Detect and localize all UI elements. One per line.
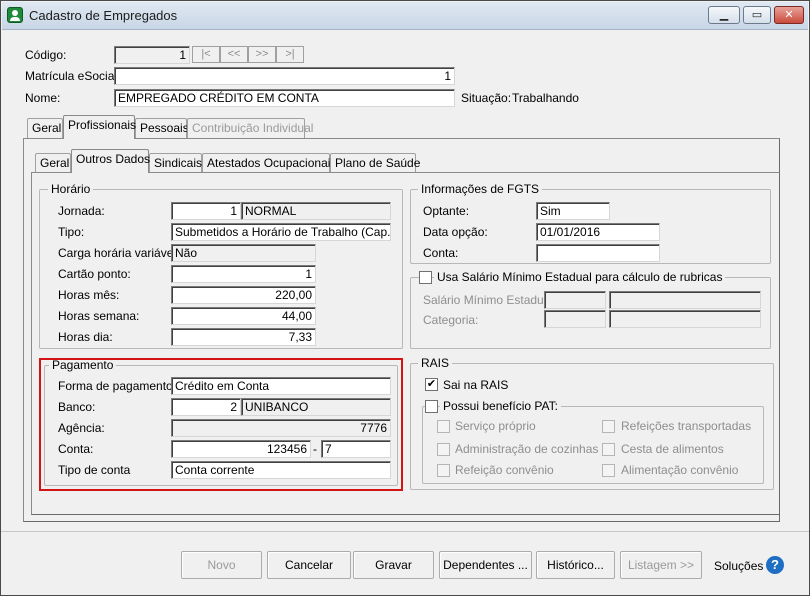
rais-title: RAIS <box>418 356 453 370</box>
conta-label: Conta: <box>58 442 94 456</box>
matricula-label: Matrícula eSocial: <box>25 69 121 83</box>
conta-number-field[interactable]: 123456 <box>171 440 311 458</box>
salario-estadual-label: Salário Mínimo Estadual: <box>423 293 557 307</box>
subtab-geral[interactable]: Geral <box>35 153 71 173</box>
data-opcao-field[interactable]: 01/01/2016 <box>536 223 660 241</box>
codigo-label: Código: <box>25 48 67 62</box>
carga-horaria-field[interactable]: Não <box>171 244 316 262</box>
novo-button[interactable]: Novo <box>181 551 262 579</box>
agencia-field[interactable]: 7776 <box>171 419 391 437</box>
forma-pagamento-field[interactable]: Crédito em Conta <box>171 377 391 395</box>
historico-button[interactable]: Histórico... <box>536 551 615 579</box>
alimentacao-convenio-checkbox[interactable] <box>602 464 615 477</box>
tipo-field[interactable]: Submetidos a Horário de Trabalho (Cap. I… <box>171 223 391 241</box>
fgts-conta-field[interactable] <box>536 244 660 262</box>
optante-label: Optante: <box>423 204 470 218</box>
sai-na-rais-checkbox[interactable]: ✔ <box>425 378 438 391</box>
categoria-code-field[interactable] <box>544 310 606 328</box>
next-record-button[interactable]: >> <box>248 46 276 63</box>
nome-label: Nome: <box>25 91 61 105</box>
nome-field[interactable]: EMPREGADO CRÉDITO EM CONTA <box>114 89 455 107</box>
subtab-plano-de-saude[interactable]: Plano de Saúde <box>330 153 420 173</box>
conta-separator: - <box>313 442 317 456</box>
window-title: Cadastro de Empregados <box>29 8 178 23</box>
jornada-description: NORMAL <box>241 202 391 220</box>
fgts-conta-label: Conta: <box>423 246 459 260</box>
horas-mes-label: Horas mês: <box>58 288 120 302</box>
codigo-field[interactable]: 1 <box>114 46 190 64</box>
possui-pat-checkbox[interactable] <box>425 400 438 413</box>
cesta-alimentos-checkbox[interactable] <box>602 443 615 456</box>
refeicao-convenio-checkbox[interactable] <box>437 464 450 477</box>
horas-dia-field[interactable]: 7,33 <box>171 328 316 346</box>
help-icon[interactable]: ? <box>766 556 784 574</box>
title-bar: Cadastro de Empregados ▁ ▭ ✕ <box>2 2 808 30</box>
alimentacao-convenio-label: Alimentação convênio <box>621 463 739 477</box>
refeicoes-transportadas-label: Refeições transportadas <box>621 419 752 433</box>
horas-semana-field[interactable]: 44,00 <box>171 307 316 325</box>
data-opcao-label: Data opção: <box>423 225 488 239</box>
carga-horaria-label: Carga horária variável: <box>58 246 180 260</box>
tab-geral[interactable]: Geral <box>27 118 63 138</box>
tab-contribuicao-individual[interactable]: Contribuição Individual <box>187 118 313 138</box>
jornada-code-field[interactable]: 1 <box>171 202 241 220</box>
categoria-label: Categoria: <box>423 313 479 327</box>
cancelar-button[interactable]: Cancelar <box>267 551 351 579</box>
fgts-title: Informações de FGTS <box>418 182 543 196</box>
jornada-label: Jornada: <box>58 204 105 218</box>
employee-registration-window: Cadastro de Empregados ▁ ▭ ✕ Código: 1 |… <box>0 0 810 596</box>
matricula-esocial-field[interactable]: 1 <box>114 67 455 85</box>
first-record-button[interactable]: |< <box>192 46 220 63</box>
conta-digit-field[interactable]: 7 <box>321 440 391 458</box>
last-record-button[interactable]: >| <box>276 46 304 63</box>
optante-field[interactable]: Sim <box>536 202 610 220</box>
refeicao-convenio-label: Refeição convênio <box>455 463 554 477</box>
possui-pat-label: Possui benefício PAT: <box>440 399 561 413</box>
pagamento-title: Pagamento <box>49 358 117 372</box>
tab-profissionais[interactable]: Profissionais <box>63 115 136 139</box>
banco-label: Banco: <box>58 400 96 414</box>
minimize-button[interactable]: ▁ <box>708 6 740 24</box>
salario-estadual-desc-field <box>609 291 761 309</box>
tab-pessoais[interactable]: Pessoais <box>135 118 189 138</box>
situacao-label: Situação: <box>461 91 512 105</box>
usa-salario-minimo-checkbox[interactable] <box>419 271 432 284</box>
salario-estadual-code-field[interactable] <box>544 291 606 309</box>
listagem-button[interactable]: Listagem >> <box>620 551 702 579</box>
banco-code-field[interactable]: 2 <box>171 398 241 416</box>
gravar-button[interactable]: Gravar <box>353 551 434 579</box>
servico-proprio-label: Serviço próprio <box>455 419 536 433</box>
administracao-cozinhas-label: Administração de cozinhas <box>455 442 599 456</box>
dependentes-button[interactable]: Dependentes ... <box>439 551 532 579</box>
subtab-sindicais[interactable]: Sindicais <box>149 153 202 173</box>
situacao-value: Trabalhando <box>512 91 579 105</box>
close-button[interactable]: ✕ <box>774 6 804 24</box>
banco-name: UNIBANCO <box>241 398 391 416</box>
categoria-desc-field <box>609 310 761 328</box>
tipo-label: Tipo: <box>58 225 85 239</box>
maximize-button[interactable]: ▭ <box>743 6 771 24</box>
usa-salario-minimo-label: Usa Salário Mínimo Estadual para cálculo… <box>434 270 726 284</box>
tipo-conta-label: Tipo de conta <box>58 463 131 477</box>
horas-semana-label: Horas semana: <box>58 309 140 323</box>
refeicoes-transportadas-checkbox[interactable] <box>602 420 615 433</box>
cesta-alimentos-label: Cesta de alimentos <box>621 442 724 456</box>
app-user-icon <box>7 7 23 23</box>
servico-proprio-checkbox[interactable] <box>437 420 450 433</box>
agencia-label: Agência: <box>58 421 105 435</box>
cartao-ponto-field[interactable]: 1 <box>171 265 316 283</box>
bottom-separator <box>1 531 809 532</box>
subtab-outros-dados[interactable]: Outros Dados <box>71 149 150 173</box>
sai-na-rais-label: Sai na RAIS <box>443 378 509 392</box>
forma-pagamento-label: Forma de pagamento: <box>58 379 177 393</box>
cartao-ponto-label: Cartão ponto: <box>58 267 131 281</box>
horas-mes-field[interactable]: 220,00 <box>171 286 316 304</box>
previous-record-button[interactable]: << <box>220 46 248 63</box>
administracao-cozinhas-checkbox[interactable] <box>437 443 450 456</box>
subtab-atestados-ocupacionais[interactable]: Atestados Ocupacionais <box>202 153 336 173</box>
horario-title: Horário <box>48 182 94 196</box>
horas-dia-label: Horas dia: <box>58 330 113 344</box>
solucoes-link[interactable]: Soluções <box>714 559 763 573</box>
tipo-conta-field[interactable]: Conta corrente <box>171 461 391 479</box>
